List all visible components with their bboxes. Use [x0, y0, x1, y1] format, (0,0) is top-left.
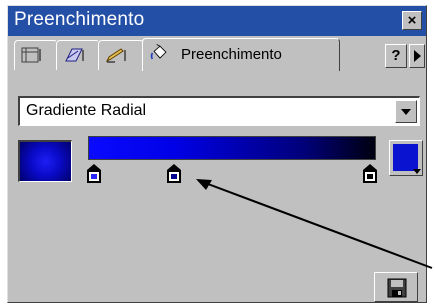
gradient-stop-marker[interactable] [167, 164, 182, 184]
fill-bucket-icon [150, 44, 167, 60]
pointer-color [393, 144, 418, 171]
fill-panel: Preenchimento × Preenchimento ? Gradient… [7, 5, 427, 303]
tab-bar: Preenchimento ? [8, 38, 426, 72]
chevron-right-icon[interactable] [409, 44, 425, 68]
tab-info[interactable] [14, 40, 58, 70]
info-panel-icon [21, 47, 41, 63]
chevron-down-icon[interactable] [395, 100, 417, 123]
color-pointer-swatch[interactable] [389, 140, 423, 176]
gradient-stop-marker[interactable] [363, 164, 378, 184]
tab-fill-label: Preenchimento [181, 46, 282, 63]
stroke-pencil-icon [105, 48, 126, 63]
save-button[interactable] [374, 272, 418, 302]
transform-icon [65, 48, 84, 62]
tab-fill[interactable]: Preenchimento [142, 38, 340, 71]
fill-type-value: Gradiente Radial [26, 102, 147, 119]
fill-type-select[interactable]: Gradiente Radial [18, 96, 420, 126]
tab-stroke[interactable] [98, 40, 144, 70]
tab-transform[interactable] [56, 40, 100, 70]
gradient-bar[interactable] [88, 136, 376, 160]
close-button[interactable]: × [402, 11, 422, 30]
swatch-dropdown-icon [413, 169, 421, 174]
fill-preview-swatch [18, 140, 72, 182]
save-disk-icon [387, 278, 407, 298]
title-bar[interactable]: Preenchimento × [8, 6, 426, 36]
panel-title: Preenchimento [14, 9, 145, 30]
help-button[interactable]: ? [385, 44, 407, 68]
gradient-stop-marker[interactable] [86, 164, 101, 184]
